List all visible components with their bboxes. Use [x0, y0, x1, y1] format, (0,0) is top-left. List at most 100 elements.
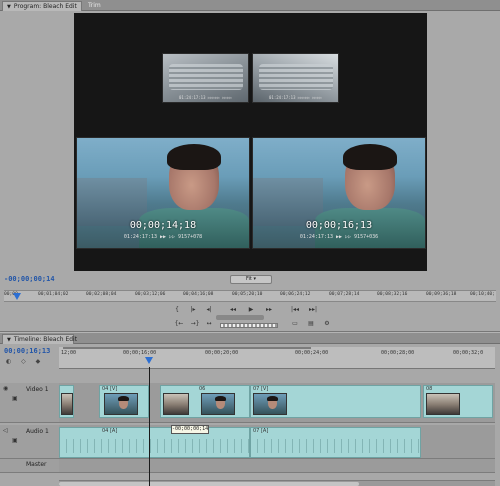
- ruler-tick: 00;06;24;12: [280, 292, 311, 297]
- ruler-tick: 00;09;36;18: [426, 292, 457, 297]
- burnin-timecode: 01:24:17:13 ▷▷▷▷▷ ▷▷▷▷: [269, 95, 322, 100]
- car-seat-image: [259, 64, 333, 90]
- ruler-tick: 00;04;16;08: [183, 292, 214, 297]
- collapse-triangle-icon[interactable]: ▼: [7, 2, 11, 12]
- timeline-tick: 00;00;28;00: [381, 350, 415, 356]
- timeline-current-time[interactable]: 00;00;16;13: [4, 347, 50, 355]
- audio-clip[interactable]: 04 [A]: [59, 427, 250, 458]
- tab-trim[interactable]: Trim: [84, 1, 105, 11]
- video-track-name: Video 1: [26, 386, 49, 393]
- burnin-timecode: 01:24:17:13 ▷▷▷▷▷ ▷▷▷▷: [179, 95, 232, 100]
- speaker-icon[interactable]: ◁: [3, 427, 8, 434]
- shuttle-control[interactable]: [220, 323, 278, 328]
- clip-thumbnail: [163, 393, 189, 415]
- video-track-lane[interactable]: 04 [V] 06 07 [V] 08: [59, 383, 495, 423]
- timeline-playhead-line: [149, 367, 150, 486]
- audio-waveform: [251, 439, 420, 453]
- rewind-button[interactable]: ◂◂: [228, 305, 238, 314]
- video-track-header[interactable]: ◉ ▣ Video 1: [0, 383, 59, 423]
- program-viewer[interactable]: 01:24:17:13 ▷▷▷▷▷ ▷▷▷▷ 01:24:17:13 ▷▷▷▷▷…: [74, 13, 427, 271]
- ruler-tick: 00;07;28;14: [329, 292, 360, 297]
- trim-frame-top-left: 01:24:17:13 ▷▷▷▷▷ ▷▷▷▷: [162, 53, 249, 103]
- hair-image: [215, 396, 226, 401]
- trim-frame-top-right: 01:24:17:13 ▷▷▷▷▷ ▷▷▷▷: [252, 53, 339, 103]
- video-clip[interactable]: 08: [423, 385, 493, 418]
- program-monitor-panel: ▼ Program: Bleach Edit Trim 01:24:17:13 ▷…: [0, 0, 500, 332]
- scrollbar-thumb[interactable]: [59, 482, 359, 486]
- master-track-name: Master: [26, 461, 47, 468]
- lock-icon[interactable]: ▣: [12, 437, 18, 444]
- collapse-triangle-icon[interactable]: ▼: [7, 335, 11, 345]
- timeline-zoom-bar[interactable]: [63, 347, 311, 349]
- ruler-tick: 00;01;04;02: [38, 292, 69, 297]
- zoom-level-value: Fit: [246, 276, 252, 282]
- tab-timeline-label: Timeline: Bleach Edit: [13, 336, 78, 343]
- step-forward-icon[interactable]: |▸: [188, 305, 198, 314]
- trim-forward-button[interactable]: →}: [190, 319, 200, 328]
- jog-slider[interactable]: [216, 315, 264, 320]
- go-to-out-button[interactable]: ▸▸|: [308, 305, 318, 314]
- monitor-info-bar: -00;00;00;14 Fit ▾: [0, 273, 500, 286]
- eye-icon[interactable]: ◉: [3, 385, 8, 392]
- timeline-tool-icons[interactable]: ◐ ◇ ◆: [6, 358, 44, 365]
- output-icon[interactable]: ▤: [306, 319, 316, 328]
- clip-name: 04 [A]: [102, 428, 118, 434]
- audio-track-header[interactable]: ◁ ▣ Audio 1: [0, 425, 59, 459]
- zoom-level-select[interactable]: Fit ▾: [230, 275, 272, 284]
- tab-program[interactable]: ▼ Program: Bleach Edit: [2, 1, 82, 11]
- trim-frame-outgoing: 00;00;14;18 01:24:17:13 ▶▶ ▷▷ 9157+078: [76, 137, 250, 249]
- audio-waveform: [60, 439, 249, 453]
- clip-thumbnail: [201, 393, 235, 415]
- hair-image: [118, 396, 129, 401]
- timeline-tick: 00;00;16;00: [123, 350, 157, 356]
- car-seat-image: [169, 64, 243, 90]
- timeline-playhead[interactable]: [145, 357, 153, 364]
- timeline-tick: 00;00;24;00: [295, 350, 329, 356]
- timeline-tick: 00;00;32;0: [453, 350, 484, 356]
- video-clip-selected[interactable]: 06: [160, 385, 250, 418]
- hair-image: [267, 396, 278, 401]
- clip-name: 07 [V]: [253, 386, 269, 392]
- trim-backward-button[interactable]: {←: [174, 319, 184, 328]
- play-button[interactable]: ▶: [246, 305, 256, 314]
- transport-controls: { |▸ ◂| ◂◂ ▶ ▸▸ |◂◂ ▸▸| {← →} ↔ ▭ ▤ ⚙: [170, 305, 340, 331]
- timeline-tab-bar: ▼ Timeline: Bleach Edit: [0, 333, 500, 344]
- trim-toggle-button[interactable]: ↔: [204, 319, 214, 328]
- tab-timeline[interactable]: ▼ Timeline: Bleach Edit: [2, 334, 78, 345]
- timeline-ruler[interactable]: 12;00 00;00;16;00 00;00;20;00 00;00;24;0…: [59, 347, 495, 369]
- safe-margins-icon[interactable]: ▭: [290, 319, 300, 328]
- audio-clip[interactable]: 07 [A]: [250, 427, 421, 458]
- clip-name: 07 [A]: [253, 428, 269, 434]
- mark-in-button[interactable]: {: [172, 305, 182, 314]
- lock-icon[interactable]: ▣: [12, 395, 18, 402]
- timeline-scrollbar[interactable]: [59, 480, 495, 486]
- ruler-tick: 00;02;08;04: [86, 292, 117, 297]
- tab-program-label: Program: Bleach Edit: [13, 3, 77, 10]
- clip-thumbnail: [253, 393, 287, 415]
- step-back-icon[interactable]: ◂|: [204, 305, 214, 314]
- fast-forward-button[interactable]: ▸▸: [264, 305, 274, 314]
- playhead-marker[interactable]: [13, 293, 21, 300]
- monitor-time-ruler[interactable]: 00;00 00;01;04;02 00;02;08;04 00;03;12;0…: [4, 290, 496, 302]
- incoming-burnin: 01:24:17:13 ▶▶ ▷▷ 9157+036: [299, 234, 379, 240]
- timeline-tick: 12;00: [61, 350, 77, 356]
- audio-track-lane[interactable]: 04 [A] 07 [A]: [59, 425, 495, 459]
- video-clip[interactable]: 07 [V]: [250, 385, 421, 418]
- timeline-tick: 00;00;20;00: [205, 350, 239, 356]
- settings-icon[interactable]: ⚙: [322, 319, 332, 328]
- program-tab-bar: ▼ Program: Bleach Edit Trim: [0, 0, 500, 11]
- clip-thumbnail: [104, 393, 138, 415]
- timeline-panel: ▼ Timeline: Bleach Edit 00;00;16;13 ◐ ◇ ◆…: [0, 333, 500, 486]
- go-to-in-button[interactable]: |◂◂: [290, 305, 300, 314]
- audio-track-name: Audio 1: [26, 428, 49, 435]
- video-clip[interactable]: 04 [V]: [99, 385, 149, 418]
- clip-thumbnail: [61, 393, 73, 415]
- trim-offset-tooltip: -00;00;00;14: [171, 425, 209, 434]
- clip-name: 06: [199, 386, 206, 392]
- video-clip[interactable]: [59, 385, 74, 418]
- ruler-tick: 00;03;12;06: [135, 292, 166, 297]
- master-track-header[interactable]: Master: [0, 459, 59, 473]
- current-time-display[interactable]: -00;00;00;14: [4, 275, 55, 283]
- clip-name: 04 [V]: [102, 386, 118, 392]
- clip-name: 08: [426, 386, 433, 392]
